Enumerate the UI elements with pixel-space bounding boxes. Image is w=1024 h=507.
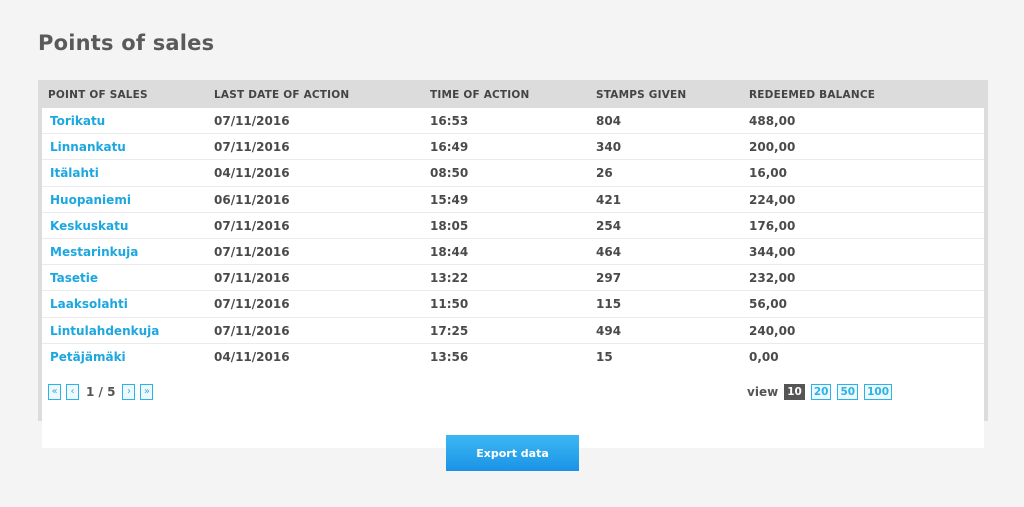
- next-page-button[interactable]: ›: [122, 384, 136, 400]
- stamps-cell: 464: [596, 244, 622, 259]
- last-date-cell: 07/11/2016: [214, 140, 290, 155]
- export-data-button[interactable]: Export data: [446, 435, 579, 471]
- stamps-cell: 26: [596, 166, 613, 181]
- redeemed-cell: 176,00: [749, 218, 796, 233]
- pagination: « ‹ 1 / 5 › »: [48, 384, 154, 400]
- stamps-cell: 421: [596, 192, 622, 207]
- last-date-cell: 04/11/2016: [214, 349, 290, 364]
- column-header-last-date[interactable]: LAST DATE OF ACTION: [214, 89, 349, 101]
- point-of-sales-link[interactable]: Mestarinkuja: [50, 245, 138, 259]
- stamps-cell: 254: [596, 218, 622, 233]
- time-cell: 17:25: [430, 323, 469, 338]
- redeemed-cell: 344,00: [749, 244, 796, 259]
- table-row: Itälahti 04/11/2016 08:50 26 16,00: [42, 160, 984, 187]
- table-header: POINT OF SALES LAST DATE OF ACTION TIME …: [38, 80, 988, 108]
- points-of-sales-table: POINT OF SALES LAST DATE OF ACTION TIME …: [38, 80, 988, 448]
- stamps-cell: 340: [596, 140, 622, 155]
- time-cell: 13:56: [430, 349, 469, 364]
- view-size-selector: view 10 20 50 100: [747, 384, 892, 400]
- table-row: Linnankatu 07/11/2016 16:49 340 200,00: [42, 134, 984, 161]
- last-date-cell: 07/11/2016: [214, 297, 290, 312]
- view-10-button[interactable]: 10: [784, 384, 805, 400]
- point-of-sales-link[interactable]: Petäjämäki: [50, 350, 126, 364]
- point-of-sales-link[interactable]: Laaksolahti: [50, 297, 128, 311]
- point-of-sales-link[interactable]: Keskuskatu: [50, 219, 128, 233]
- point-of-sales-link[interactable]: Torikatu: [50, 114, 105, 128]
- view-100-button[interactable]: 100: [864, 384, 892, 400]
- time-cell: 18:05: [430, 218, 469, 233]
- page: Points of sales POINT OF SALES LAST DATE…: [0, 0, 1024, 507]
- column-header-stamps[interactable]: STAMPS GIVEN: [596, 89, 686, 101]
- table-row: Keskuskatu 07/11/2016 18:05 254 176,00: [42, 213, 984, 239]
- time-cell: 08:50: [430, 166, 469, 181]
- view-20-button[interactable]: 20: [810, 384, 832, 400]
- redeemed-cell: 0,00: [749, 349, 779, 364]
- point-of-sales-link[interactable]: Huopaniemi: [50, 193, 131, 207]
- time-cell: 15:49: [430, 192, 469, 207]
- point-of-sales-link[interactable]: Itälahti: [50, 166, 99, 180]
- time-cell: 16:53: [430, 114, 469, 128]
- redeemed-cell: 232,00: [749, 271, 796, 286]
- table-row: Mestarinkuja 07/11/2016 18:44 464 344,00: [42, 239, 984, 266]
- last-date-cell: 07/11/2016: [214, 244, 290, 259]
- stamps-cell: 15: [596, 349, 613, 364]
- prev-page-button[interactable]: ‹: [66, 384, 79, 400]
- redeemed-cell: 200,00: [749, 140, 796, 155]
- last-date-cell: 07/11/2016: [214, 218, 290, 233]
- redeemed-cell: 56,00: [749, 297, 787, 312]
- time-cell: 16:49: [430, 140, 469, 155]
- table-row: Petäjämäki 04/11/2016 13:56 15 0,00: [42, 344, 984, 370]
- table-row: Tasetie 07/11/2016 13:22 297 232,00: [42, 265, 984, 292]
- point-of-sales-link[interactable]: Lintulahdenkuja: [50, 324, 159, 338]
- last-date-cell: 07/11/2016: [214, 323, 290, 338]
- time-cell: 11:50: [430, 297, 469, 312]
- redeemed-cell: 16,00: [749, 166, 787, 181]
- stamps-cell: 297: [596, 271, 622, 286]
- stamps-cell: 804: [596, 114, 622, 128]
- column-header-time[interactable]: TIME OF ACTION: [430, 89, 530, 101]
- page-info: 1 / 5: [86, 385, 116, 399]
- stamps-cell: 115: [596, 297, 622, 312]
- redeemed-cell: 240,00: [749, 323, 796, 338]
- point-of-sales-link[interactable]: Tasetie: [50, 271, 98, 285]
- point-of-sales-link[interactable]: Linnankatu: [50, 140, 126, 154]
- first-page-button[interactable]: «: [48, 384, 61, 400]
- last-date-cell: 07/11/2016: [214, 271, 290, 286]
- last-date-cell: 06/11/2016: [214, 192, 290, 207]
- column-header-redeemed[interactable]: REDEEMED BALANCE: [749, 89, 875, 101]
- view-label: view: [747, 385, 779, 399]
- time-cell: 18:44: [430, 244, 469, 259]
- table-row: Torikatu 07/11/2016 16:53 804 488,00: [42, 108, 984, 135]
- page-title: Points of sales: [38, 31, 215, 55]
- redeemed-cell: 488,00: [749, 114, 796, 128]
- redeemed-cell: 224,00: [749, 192, 796, 207]
- table-row: Laaksolahti 07/11/2016 11:50 115 56,00: [42, 291, 984, 318]
- last-date-cell: 07/11/2016: [214, 114, 290, 128]
- time-cell: 13:22: [430, 271, 469, 286]
- last-page-button[interactable]: »: [140, 384, 154, 400]
- column-header-point-of-sales[interactable]: POINT OF SALES: [48, 89, 148, 101]
- stamps-cell: 494: [596, 323, 622, 338]
- last-date-cell: 04/11/2016: [214, 166, 290, 181]
- table-row: Huopaniemi 06/11/2016 15:49 421 224,00: [42, 187, 984, 213]
- view-50-button[interactable]: 50: [837, 384, 859, 400]
- table-row: Lintulahdenkuja 07/11/2016 17:25 494 240…: [42, 318, 984, 344]
